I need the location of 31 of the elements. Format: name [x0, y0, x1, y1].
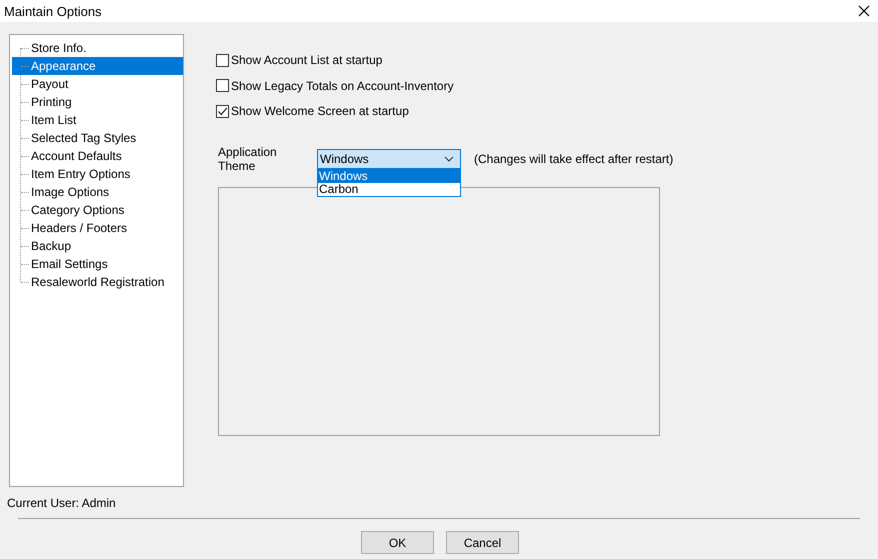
tree-item[interactable]: Category Options	[12, 201, 183, 219]
theme-dropdown[interactable]: Windows	[317, 148, 461, 168]
checkbox-option[interactable]: Show Welcome Screen at startup	[216, 102, 409, 120]
tree-item[interactable]: Backup	[12, 237, 183, 255]
dialog-button[interactable]: Cancel	[446, 531, 519, 554]
tree-item[interactable]: Appearance	[12, 57, 183, 75]
checkbox[interactable]	[216, 79, 229, 92]
window-title: Maintain Options	[4, 4, 102, 18]
tree-item[interactable]: Store Info.	[12, 39, 183, 57]
chevron-icon	[444, 156, 454, 162]
checkbox-option[interactable]: Show Account List at startup	[216, 51, 382, 70]
checkbox[interactable]	[216, 104, 229, 118]
dialog-button[interactable]: OK	[361, 531, 434, 554]
note-text: (Changes will take effect after restart)	[474, 152, 674, 166]
tree-item[interactable]: Printing	[12, 93, 183, 111]
tree-item[interactable]: Item Entry Options	[12, 165, 183, 183]
dropdown-option[interactable]: Windows	[318, 170, 460, 182]
tree-item[interactable]: Email Settings	[12, 255, 183, 273]
checkbox-option[interactable]: Show Legacy Totals on Account-Inventory	[216, 76, 454, 95]
tree-item[interactable]: Payout	[12, 75, 183, 93]
tree-item[interactable]: Headers / Footers	[12, 219, 183, 237]
checkbox[interactable]	[216, 54, 229, 67]
tree-item[interactable]: Resaleworld Registration	[12, 273, 183, 291]
tree-item[interactable]: Item List	[12, 111, 183, 129]
close-icon[interactable]	[858, 5, 870, 17]
dropdown-option[interactable]: Carbon	[318, 182, 460, 196]
tree-item[interactable]: Image Options	[12, 183, 183, 201]
tree-item[interactable]: Selected Tag Styles	[12, 129, 183, 147]
tree-item[interactable]: Account Defaults	[12, 147, 183, 165]
field-label: Application Theme	[218, 144, 278, 172]
status-text: Current User: Admin	[6, 495, 117, 510]
